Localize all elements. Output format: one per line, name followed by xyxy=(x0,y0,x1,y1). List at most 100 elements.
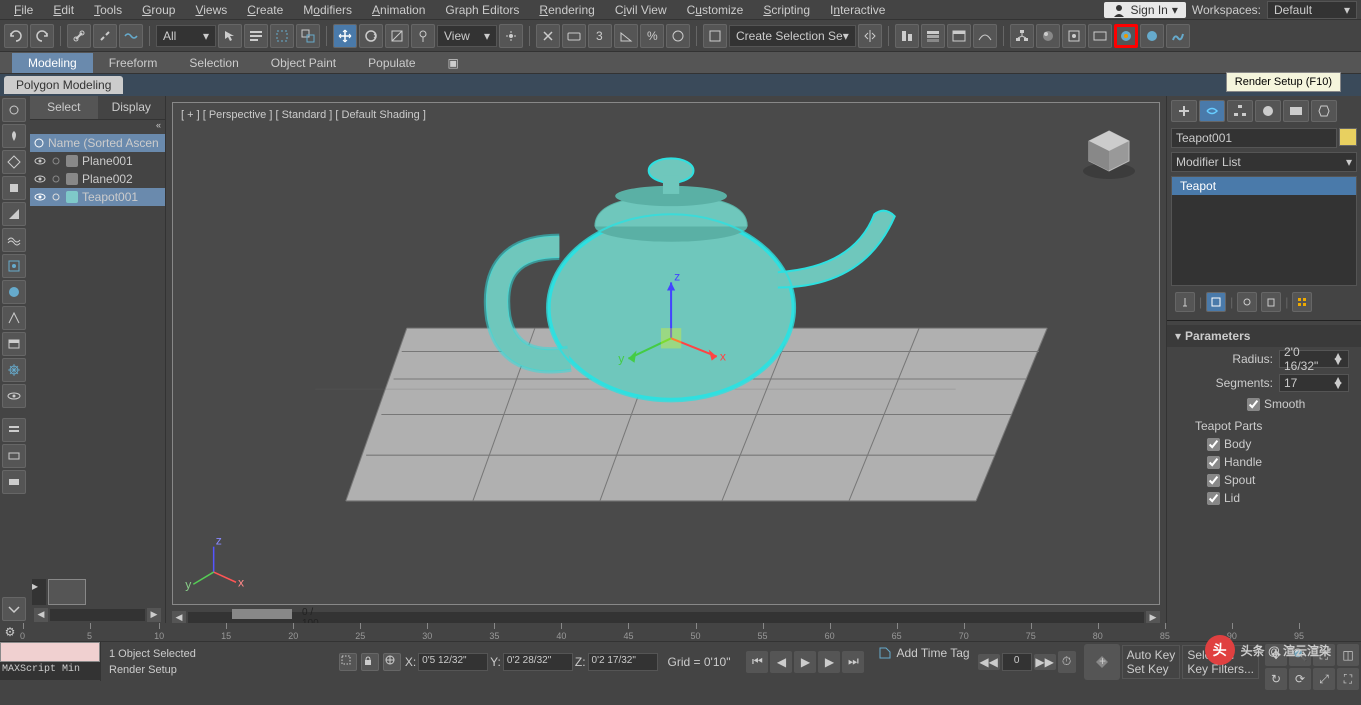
signin-button[interactable]: Sign In▾ xyxy=(1104,2,1185,18)
vp-orbit[interactable]: ↻ xyxy=(1265,668,1287,690)
pivot-center-button[interactable] xyxy=(499,24,523,48)
modifier-list-select[interactable]: Modifier List▾ xyxy=(1171,152,1357,172)
scroll-right[interactable]: ▶ xyxy=(147,608,161,622)
selection-filter-select[interactable]: All▾ xyxy=(156,25,216,47)
lock-button[interactable] xyxy=(361,653,379,671)
lt-tool-7[interactable] xyxy=(2,254,26,278)
timeline-config[interactable]: ⚙ xyxy=(0,623,20,641)
menu-interactive[interactable]: Interactive xyxy=(820,1,895,19)
add-time-tag[interactable]: Add Time Tag xyxy=(896,646,969,660)
select-rotate-button[interactable] xyxy=(359,24,383,48)
lt-tool-6[interactable] xyxy=(2,228,26,252)
link-button[interactable] xyxy=(67,24,91,48)
render-production-button[interactable] xyxy=(1114,24,1138,48)
lt-tool-13[interactable] xyxy=(2,418,26,442)
lt-tool-12[interactable] xyxy=(2,384,26,408)
menu-create[interactable]: Create xyxy=(237,1,293,19)
key-back[interactable]: ◀◀ xyxy=(978,654,1000,670)
render-iterative-button[interactable] xyxy=(1140,24,1164,48)
scene-expand[interactable]: « xyxy=(30,120,165,134)
eye-icon[interactable] xyxy=(34,191,46,203)
keyboard-shortcut-button[interactable] xyxy=(562,24,586,48)
spout-check[interactable] xyxy=(1207,474,1220,487)
curve-editor-button[interactable] xyxy=(973,24,997,48)
modifier-stack[interactable]: Teapot xyxy=(1171,176,1357,286)
segments-spinner[interactable]: 17▲▼ xyxy=(1279,374,1349,392)
named-set-button[interactable] xyxy=(703,24,727,48)
schematic-view-button[interactable] xyxy=(1010,24,1034,48)
menu-grapheditors[interactable]: Graph Editors xyxy=(435,1,529,19)
lid-check[interactable] xyxy=(1207,492,1220,505)
rendered-frame-button[interactable] xyxy=(1088,24,1112,48)
named-selection-select[interactable]: Create Selection Se▾ xyxy=(729,25,856,47)
align-button[interactable] xyxy=(895,24,919,48)
anim-range[interactable] xyxy=(0,642,100,662)
select-scale-button[interactable] xyxy=(385,24,409,48)
select-by-name-button[interactable] xyxy=(244,24,268,48)
make-unique-button[interactable] xyxy=(1237,292,1257,312)
ref-coord-select[interactable]: View▾ xyxy=(437,25,497,47)
ribbon-tab-objectpaint[interactable]: Object Paint xyxy=(255,53,352,73)
scene-header[interactable]: Name (Sorted Ascen xyxy=(30,134,165,152)
key-sel[interactable]: Selected xyxy=(1187,648,1254,662)
select-place-button[interactable] xyxy=(411,24,435,48)
lt-tool-5[interactable] xyxy=(2,202,26,226)
snap-toggle-button[interactable]: 3 xyxy=(588,24,612,48)
utilities-tab[interactable] xyxy=(1311,100,1337,122)
menu-views[interactable]: Views xyxy=(185,1,237,19)
menu-tools[interactable]: Tools xyxy=(84,1,132,19)
freeze-icon[interactable] xyxy=(50,155,62,167)
window-crossing-button[interactable] xyxy=(296,24,320,48)
key-fwd[interactable]: ▶▶ xyxy=(1034,654,1056,670)
display-tab[interactable] xyxy=(1283,100,1309,122)
render-setup-button[interactable] xyxy=(1062,24,1086,48)
viewcube[interactable] xyxy=(1079,123,1139,183)
key-filters-button[interactable]: Key Filters... xyxy=(1187,662,1254,676)
maxscript-listener[interactable]: MAXScript Min xyxy=(0,662,100,680)
angle-snap-button[interactable] xyxy=(614,24,638,48)
scene-tab-select[interactable]: Select xyxy=(30,96,98,119)
eye-icon[interactable] xyxy=(34,155,46,167)
preview-swatch[interactable] xyxy=(48,579,86,605)
select-region-button[interactable] xyxy=(270,24,294,48)
menu-modifiers[interactable]: Modifiers xyxy=(293,1,362,19)
auto-key-button[interactable]: Auto Key xyxy=(1127,648,1176,662)
scene-item-teapot001[interactable]: Teapot001 xyxy=(30,188,165,206)
percent-snap-button[interactable]: % xyxy=(640,24,664,48)
params-rollout-header[interactable]: ▾ Parameters xyxy=(1167,325,1361,347)
mirror-button[interactable] xyxy=(858,24,882,48)
lt-tool-2[interactable] xyxy=(2,124,26,148)
render-activeshade-button[interactable] xyxy=(1166,24,1190,48)
handle-check[interactable] xyxy=(1207,456,1220,469)
lt-tool-10[interactable] xyxy=(2,332,26,356)
menu-civilview[interactable]: Civil View xyxy=(605,1,677,19)
lt-tool-15[interactable] xyxy=(2,470,26,494)
time-handle[interactable]: 0 / 100 xyxy=(232,609,292,619)
ribbon-tab-freeform[interactable]: Freeform xyxy=(93,53,174,73)
time-config[interactable]: ⏱ xyxy=(1058,651,1076,673)
object-name-input[interactable]: Teapot001 xyxy=(1171,128,1337,148)
scene-scroll[interactable] xyxy=(50,609,145,621)
layer-explorer-button[interactable] xyxy=(921,24,945,48)
body-check[interactable] xyxy=(1207,438,1220,451)
ribbon-tab-populate[interactable]: Populate xyxy=(352,53,431,73)
lt-tool-8[interactable] xyxy=(2,280,26,304)
menu-customize[interactable]: Customize xyxy=(677,1,754,19)
menu-scripting[interactable]: Scripting xyxy=(753,1,820,19)
select-object-button[interactable] xyxy=(218,24,242,48)
spinner-snap-button[interactable] xyxy=(666,24,690,48)
remove-modifier-button[interactable] xyxy=(1261,292,1281,312)
z-input[interactable]: 0'2 17/32" xyxy=(588,653,658,671)
menu-animation[interactable]: Animation xyxy=(362,1,435,19)
radius-spinner[interactable]: 2'0 16/32"▲▼ xyxy=(1279,350,1349,368)
smooth-check[interactable] xyxy=(1247,398,1260,411)
modify-tab[interactable] xyxy=(1199,100,1225,122)
pin-stack-button[interactable] xyxy=(1175,292,1195,312)
workspace-select[interactable]: Default▾ xyxy=(1267,1,1357,19)
scene-tab-display[interactable]: Display xyxy=(98,96,166,119)
motion-tab[interactable] xyxy=(1255,100,1281,122)
show-end-result-button[interactable] xyxy=(1206,292,1226,312)
create-tab[interactable] xyxy=(1171,100,1197,122)
ribbon-tab-modeling[interactable]: Modeling xyxy=(12,53,93,73)
set-key-button[interactable]: Set Key xyxy=(1127,662,1176,676)
